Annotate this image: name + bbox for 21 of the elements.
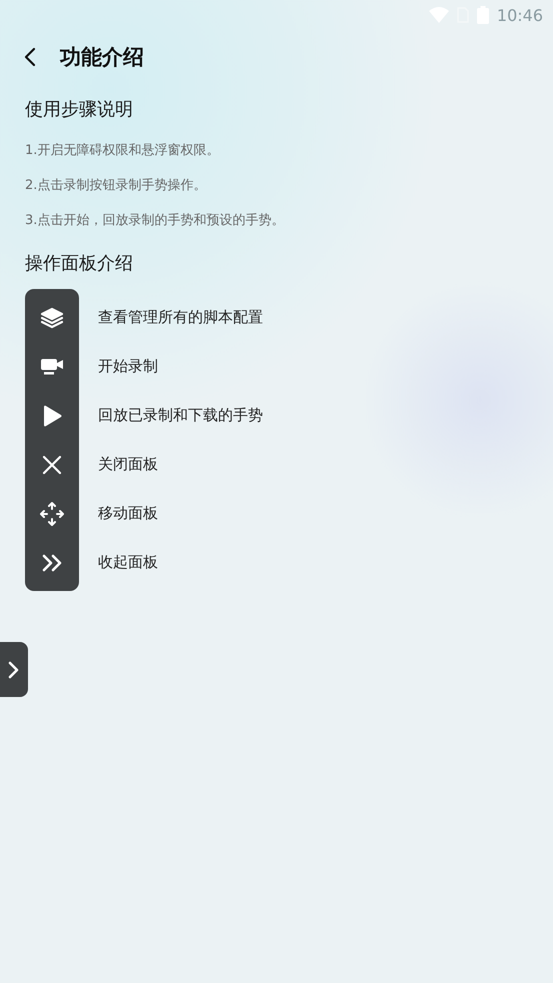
panel-item-description: 开始录制 <box>98 356 159 377</box>
layers-icon[interactable] <box>40 306 64 328</box>
status-time: 10:46 <box>496 6 543 24</box>
move-arrows-icon[interactable] <box>39 500 65 526</box>
double-chevron-icon[interactable] <box>41 552 63 572</box>
panel-item-description: 回放已录制和下载的手势 <box>98 405 263 426</box>
panel-item-description: 收起面板 <box>98 552 159 573</box>
panel-item-description: 查看管理所有的脚本配置 <box>98 307 263 328</box>
video-camera-icon[interactable] <box>40 356 64 376</box>
panel-item-description: 关闭面板 <box>98 454 159 475</box>
play-icon[interactable] <box>42 404 62 426</box>
step-text: 3.点击开始，回放录制的手势和预设的手势。 <box>25 212 286 229</box>
chevron-right-icon <box>7 660 21 678</box>
section-title: 操作面板介绍 <box>25 252 134 275</box>
close-icon[interactable] <box>42 454 62 474</box>
page-title: 功能介绍 <box>60 44 144 71</box>
expand-panel-button[interactable] <box>0 642 28 697</box>
section-title: 使用步骤说明 <box>25 98 134 121</box>
step-text: 1.开启无障碍权限和悬浮窗权限。 <box>25 142 220 159</box>
step-text: 2.点击录制按钮录制手势操作。 <box>25 177 208 194</box>
panel-item-description: 移动面板 <box>98 503 159 524</box>
